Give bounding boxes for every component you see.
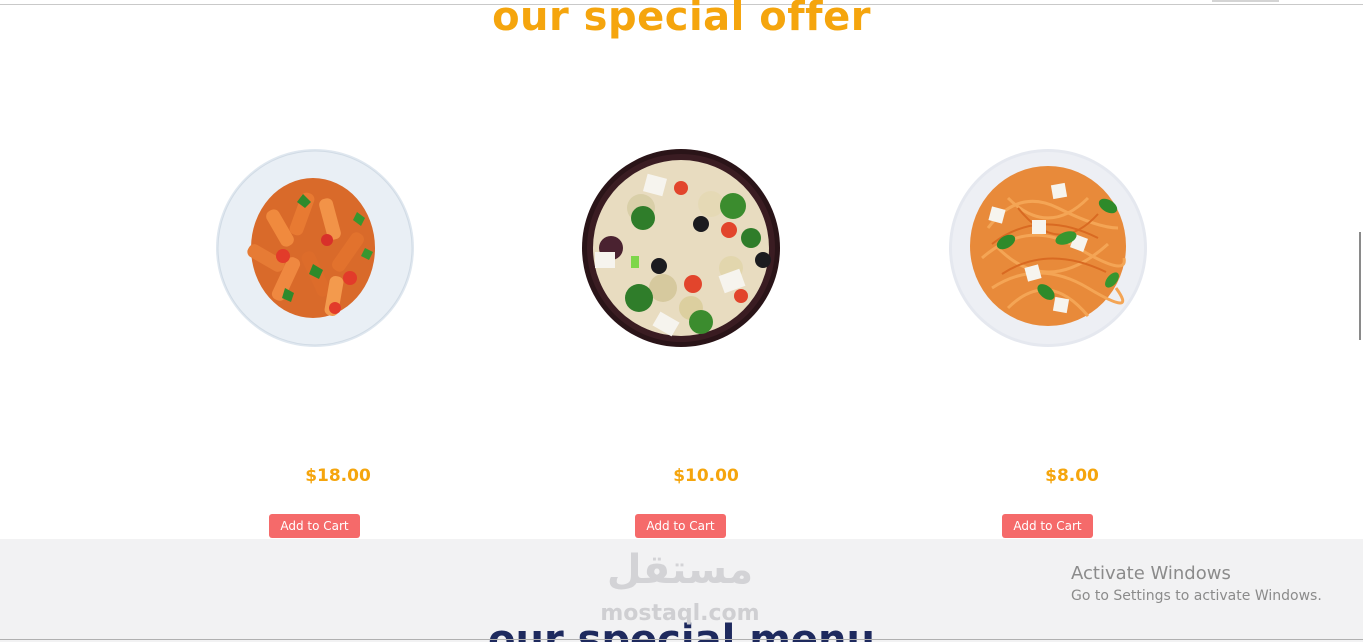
product-card: $18.00 Add to Cart [195,148,435,548]
pasta-salad-image [581,148,781,348]
penne-pasta-image [215,148,415,348]
watermark-logo: مستقل [606,547,754,593]
product-card: $8.00 Add to Cart [928,148,1168,548]
watermark-text: mostaql.com [600,601,760,626]
add-to-cart-button[interactable]: Add to Cart [269,514,360,538]
bottom-divider [0,639,1363,640]
product-price: $8.00 [1045,466,1099,486]
scrollbar-thumb[interactable] [1359,232,1361,340]
add-to-cart-button[interactable]: Add to Cart [635,514,726,538]
section-title: our special offer [492,0,871,40]
activate-windows-subtitle: Go to Settings to activate Windows. [1071,588,1322,604]
activate-windows-title: Activate Windows [1071,563,1231,584]
product-price: $10.00 [673,466,739,486]
add-to-cart-button[interactable]: Add to Cart [1002,514,1093,538]
product-price: $18.00 [305,466,371,486]
spaghetti-image [948,148,1148,348]
next-section-band: our special menu مستقل mostaql.com Activ… [0,539,1363,642]
product-card: $10.00 Add to Cart [561,148,801,548]
